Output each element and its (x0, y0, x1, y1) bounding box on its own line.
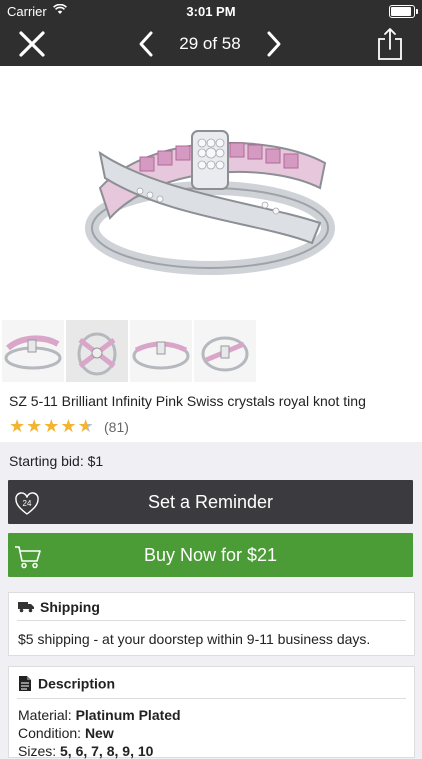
material-row: Material: Platinum Plated (18, 707, 181, 723)
condition-label: Condition: (18, 725, 82, 741)
reminder-badge: 24 (23, 499, 32, 508)
reminder-heart-icon: 24 (14, 489, 40, 533)
star-icon: ★ (43, 416, 61, 436)
sizes-value: 5, 6, 7, 8, 9, 10 (60, 743, 154, 759)
document-icon (18, 675, 32, 695)
divider (17, 620, 406, 621)
set-reminder-button[interactable]: 24 Set a Reminder (8, 480, 413, 524)
product-info: SZ 5-11 Brilliant Infinity Pink Swiss cr… (0, 384, 422, 442)
star-rating: ★★★★★ (9, 416, 95, 437)
shipping-card: Shipping $5 shipping - at your doorstep … (8, 592, 415, 656)
star-icon: ★ (60, 416, 78, 436)
sizes-label: Sizes: (18, 743, 57, 759)
share-button[interactable] (376, 27, 404, 61)
thumbnail-2[interactable] (66, 320, 128, 382)
cart-icon (14, 542, 42, 586)
buy-now-button[interactable]: Buy Now for $21 (8, 533, 413, 577)
condition-row: Condition: New (18, 725, 114, 741)
material-value: Platinum Plated (75, 707, 181, 723)
app-header: Carrier 3:01 PM 29 of 58 (0, 0, 422, 66)
previous-button[interactable] (134, 30, 158, 58)
thumbnail-3[interactable] (130, 320, 192, 382)
nav-bar: 29 of 58 (0, 22, 422, 66)
review-count[interactable]: (81) (104, 419, 129, 435)
star-icon: ★ (9, 416, 27, 436)
close-button[interactable] (16, 28, 48, 60)
status-bar: Carrier 3:01 PM (0, 0, 422, 22)
product-title: SZ 5-11 Brilliant Infinity Pink Swiss cr… (9, 393, 366, 409)
divider (17, 698, 406, 699)
star-icon: ★ (26, 416, 44, 436)
chevron-left-icon (139, 31, 153, 57)
half-star-icon: ★ (77, 416, 95, 436)
description-card: Description Material: Platinum Plated Co… (8, 666, 415, 759)
status-time: 3:01 PM (186, 4, 236, 19)
product-main-image[interactable] (0, 66, 422, 318)
truck-icon (18, 600, 34, 616)
sizes-row: Sizes: 5, 6, 7, 8, 9, 10 (18, 743, 153, 759)
material-label: Material: (18, 707, 72, 723)
battery-icon (389, 5, 418, 18)
description-heading: Description (18, 675, 115, 695)
buy-now-label: Buy Now for $21 (143, 545, 278, 565)
set-reminder-label: Set a Reminder (147, 492, 274, 512)
shipping-heading: Shipping (18, 599, 100, 616)
chevron-right-icon (267, 31, 281, 57)
image-counter: 29 of 58 (179, 34, 241, 53)
starting-bid: Starting bid: $1 (9, 453, 104, 469)
condition-value: New (84, 725, 114, 741)
close-icon (19, 31, 45, 57)
next-button[interactable] (262, 30, 286, 58)
thumbnail-1[interactable] (2, 320, 64, 382)
thumbnail-4[interactable] (194, 320, 256, 382)
thumbnail-strip (0, 318, 422, 384)
share-icon (378, 28, 402, 60)
shipping-text: $5 shipping - at your doorstep within 9-… (18, 631, 371, 647)
ring-image (80, 93, 342, 289)
